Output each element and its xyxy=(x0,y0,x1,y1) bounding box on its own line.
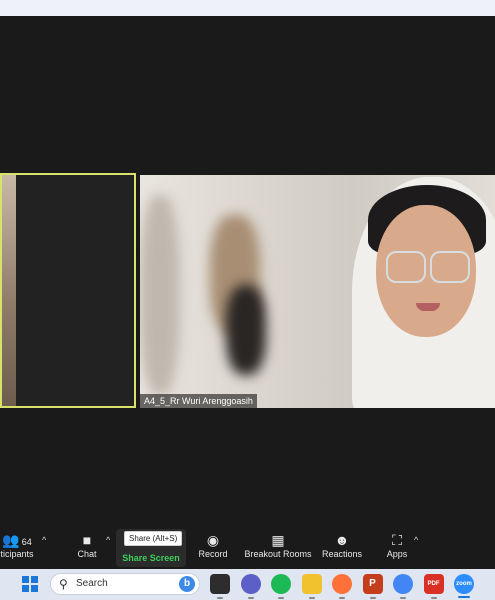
taskbar-search-box[interactable]: ⚲ Search b xyxy=(50,573,200,595)
record-icon: ◉ xyxy=(206,532,220,548)
background-object xyxy=(140,195,180,395)
running-indicator xyxy=(278,597,284,599)
breakout-rooms-label: Breakout Rooms xyxy=(244,549,312,559)
running-indicator xyxy=(339,597,345,599)
participants-count: 64 xyxy=(21,537,32,547)
firefox-icon[interactable] xyxy=(332,574,352,594)
chrome-icon[interactable] xyxy=(393,574,413,594)
record-button[interactable]: ◉ Record xyxy=(196,531,230,559)
participant-video xyxy=(430,251,470,283)
background-object xyxy=(226,285,266,375)
reactions-label: Reactions xyxy=(321,549,363,559)
title-bar xyxy=(0,0,495,16)
apps-caret-icon[interactable]: ^ xyxy=(414,535,418,545)
running-indicator xyxy=(308,597,315,599)
participants-caret-icon[interactable]: ^ xyxy=(42,535,46,545)
apps-button[interactable]: ⛶ Apps xyxy=(382,531,412,559)
pdf-reader-icon[interactable]: PDF xyxy=(423,574,444,594)
running-indicator xyxy=(369,597,376,599)
chat-caret-icon[interactable]: ^ xyxy=(106,535,110,545)
share-tooltip: Share (Alt+S) xyxy=(124,531,183,546)
search-placeholder: Search xyxy=(76,578,108,589)
windows-taskbar: ⚲ Search b P PDF zoom xyxy=(0,569,495,600)
participant-tile[interactable]: A4_5_Rr Wuri Arenggoasih xyxy=(140,175,495,408)
reactions-button[interactable]: ☻ Reactions xyxy=(320,531,364,559)
reactions-icon: ☻ xyxy=(334,532,350,548)
participant-tile-active[interactable] xyxy=(0,173,136,408)
record-label: Record xyxy=(198,549,228,559)
running-indicator xyxy=(458,596,470,598)
chat-label: Chat xyxy=(77,549,97,559)
share-screen-label: Share Screen xyxy=(122,553,180,563)
breakout-rooms-button[interactable]: ▦ Breakout Rooms xyxy=(244,531,312,559)
bing-icon[interactable]: b xyxy=(179,576,195,592)
chat-icon: ■ xyxy=(82,532,92,548)
chat-button[interactable]: ■ Chat xyxy=(72,531,102,559)
teams-icon[interactable] xyxy=(240,574,261,594)
running-indicator xyxy=(247,597,254,599)
apps-label: Apps xyxy=(386,549,408,559)
video-off-area xyxy=(16,175,134,406)
participant-video xyxy=(386,251,426,283)
apps-icon: ⛶ xyxy=(392,532,402,548)
powerpoint-icon[interactable]: P xyxy=(362,574,383,594)
windows-start-icon[interactable] xyxy=(22,576,38,592)
participants-button[interactable]: 👥 64 ticipants xyxy=(0,531,34,559)
meeting-toolbar: 👥 64 ticipants ^ ■ Chat ^ Share Screen ◉ … xyxy=(0,527,495,569)
task-view-icon[interactable] xyxy=(210,574,230,594)
breakout-rooms-icon: ▦ xyxy=(271,532,285,548)
spotify-icon[interactable] xyxy=(271,574,291,594)
search-icon: ⚲ xyxy=(59,577,68,591)
zoom-icon[interactable]: zoom xyxy=(454,574,474,594)
participants-label: ticipants xyxy=(0,549,34,559)
running-indicator xyxy=(217,597,223,599)
running-indicator xyxy=(400,597,406,599)
participant-video xyxy=(2,175,16,406)
participant-name-label: A4_5_Rr Wuri Arenggoasih xyxy=(140,394,257,408)
running-indicator xyxy=(430,597,437,599)
file-explorer-icon[interactable] xyxy=(301,574,322,594)
participants-icon: 👥 64 xyxy=(2,532,32,548)
